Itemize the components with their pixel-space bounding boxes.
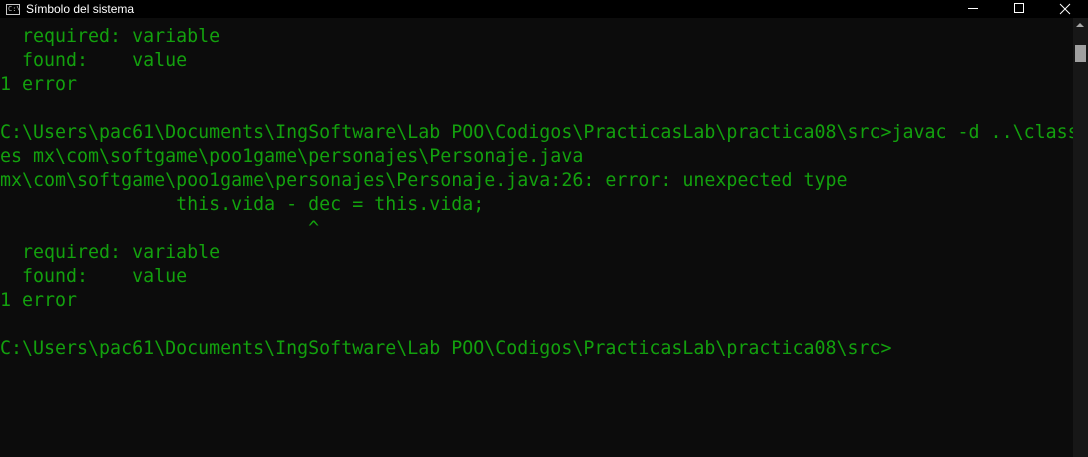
console-line: ^ — [0, 218, 320, 239]
cmd-icon-label: C:\ — [8, 4, 21, 13]
console-output[interactable]: required: variable found: value 1 error C:… — [0, 18, 1073, 457]
scroll-thumb[interactable] — [1075, 45, 1086, 62]
scroll-up-arrow-icon[interactable] — [1076, 23, 1084, 27]
title-bar[interactable]: C:\ Símbolo del sistema — [0, 0, 1088, 18]
console-line: 1 error — [0, 290, 78, 311]
window-title: Símbolo del sistema — [26, 2, 135, 16]
console-line: found: value — [0, 50, 188, 71]
console-line: this.vida - dec = this.vida; — [0, 194, 485, 215]
minimize-icon — [968, 8, 978, 9]
close-icon — [1059, 3, 1071, 15]
console-line: C:\Users\pac61\Documents\IngSoftware\Lab… — [0, 338, 892, 359]
console-line: 1 error — [0, 74, 78, 95]
vertical-scrollbar[interactable] — [1073, 18, 1088, 457]
console-line: mx\com\softgame\poo1game\personajes\Pers… — [0, 170, 848, 191]
close-button[interactable] — [1042, 0, 1088, 18]
console-line: found: value — [0, 266, 188, 287]
console-line: es mx\com\softgame\poo1game\personajes\P… — [0, 146, 584, 167]
minimize-button[interactable] — [950, 0, 996, 18]
cmd-icon[interactable]: C:\ — [6, 3, 21, 15]
console-line: required: variable — [0, 26, 221, 47]
cmd-window: C:\ Símbolo del sistema required: variab… — [0, 0, 1088, 457]
maximize-icon — [1014, 3, 1024, 13]
maximize-button[interactable] — [996, 0, 1042, 18]
window-controls — [950, 0, 1088, 18]
console-line: required: variable — [0, 242, 221, 263]
console-line: C:\Users\pac61\Documents\IngSoftware\Lab… — [0, 122, 1073, 143]
